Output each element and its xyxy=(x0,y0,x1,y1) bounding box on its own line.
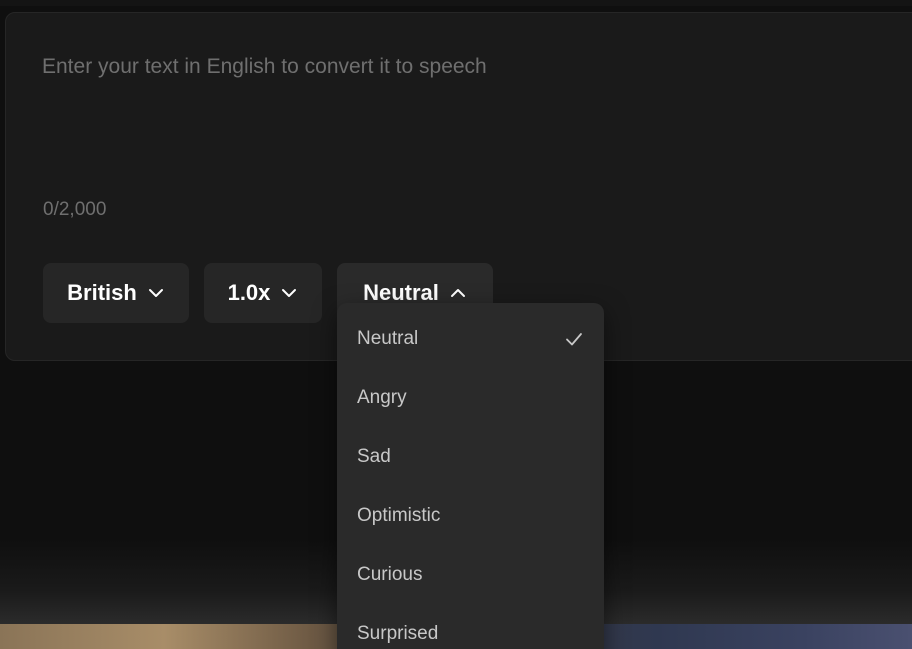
chevron-up-icon xyxy=(450,289,465,297)
option-label: Surprised xyxy=(357,622,439,644)
speed-dropdown-button[interactable]: 1.0x xyxy=(204,263,322,323)
emotion-option-optimistic[interactable]: Optimistic xyxy=(337,486,604,545)
top-strip xyxy=(0,0,912,6)
accent-label: British xyxy=(67,280,137,305)
option-label: Angry xyxy=(357,386,407,408)
check-icon xyxy=(566,332,582,345)
emotion-option-curious[interactable]: Curious xyxy=(337,545,604,604)
option-label: Optimistic xyxy=(357,504,441,526)
emotion-option-surprised[interactable]: Surprised xyxy=(337,604,604,649)
emotion-option-angry[interactable]: Angry xyxy=(337,368,604,427)
option-label: Curious xyxy=(357,563,423,585)
tts-page: 0/2,000 British 1.0x Neutral Neutral xyxy=(0,0,912,649)
emotion-dropdown-menu: Neutral Angry Sad Optimistic Curious Sur… xyxy=(337,303,604,649)
speed-label: 1.0x xyxy=(227,280,271,305)
chevron-down-icon xyxy=(148,289,163,297)
option-label: Neutral xyxy=(357,327,419,349)
emotion-option-neutral[interactable]: Neutral xyxy=(337,309,604,368)
option-label: Sad xyxy=(357,445,391,467)
chevron-down-icon xyxy=(282,289,297,297)
text-input[interactable] xyxy=(42,51,882,171)
emotion-option-sad[interactable]: Sad xyxy=(337,427,604,486)
character-counter: 0/2,000 xyxy=(43,199,107,220)
accent-dropdown-button[interactable]: British xyxy=(43,263,189,323)
